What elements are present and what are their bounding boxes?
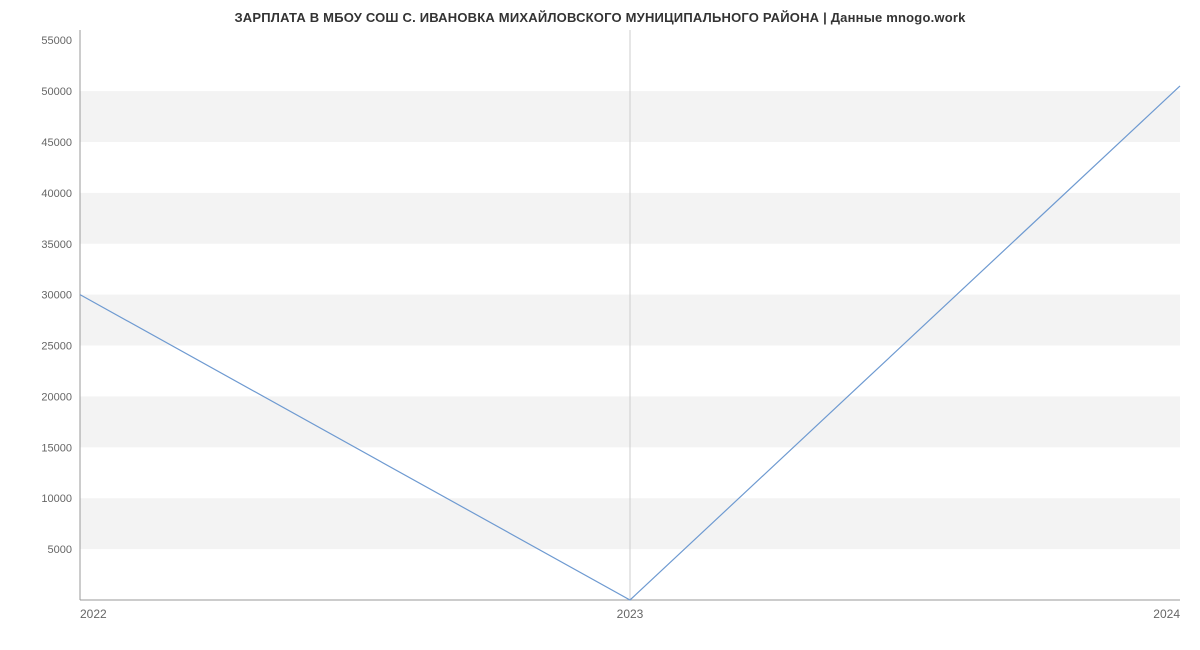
- x-tick-label: 2024: [1153, 607, 1180, 621]
- y-tick-label: 30000: [41, 290, 72, 302]
- y-tick-label: 50000: [41, 86, 72, 98]
- x-tick-label: 2023: [617, 607, 644, 621]
- chart-svg: 5000100001500020000250003000035000400004…: [80, 30, 1180, 630]
- chart-container: ЗАРПЛАТА В МБОУ СОШ С. ИВАНОВКА МИХАЙЛОВ…: [0, 0, 1200, 650]
- y-tick-label: 5000: [48, 544, 72, 556]
- y-tick-label: 35000: [41, 239, 72, 251]
- y-tick-label: 10000: [41, 493, 72, 505]
- plot-area: 5000100001500020000250003000035000400004…: [80, 30, 1180, 600]
- y-tick-label: 40000: [41, 188, 72, 200]
- y-tick-label: 55000: [41, 35, 72, 47]
- y-tick-label: 20000: [41, 391, 72, 403]
- x-tick-label: 2022: [80, 607, 107, 621]
- y-tick-label: 45000: [41, 137, 72, 149]
- y-tick-label: 15000: [41, 442, 72, 454]
- y-tick-label: 25000: [41, 341, 72, 353]
- chart-title: ЗАРПЛАТА В МБОУ СОШ С. ИВАНОВКА МИХАЙЛОВ…: [0, 10, 1200, 25]
